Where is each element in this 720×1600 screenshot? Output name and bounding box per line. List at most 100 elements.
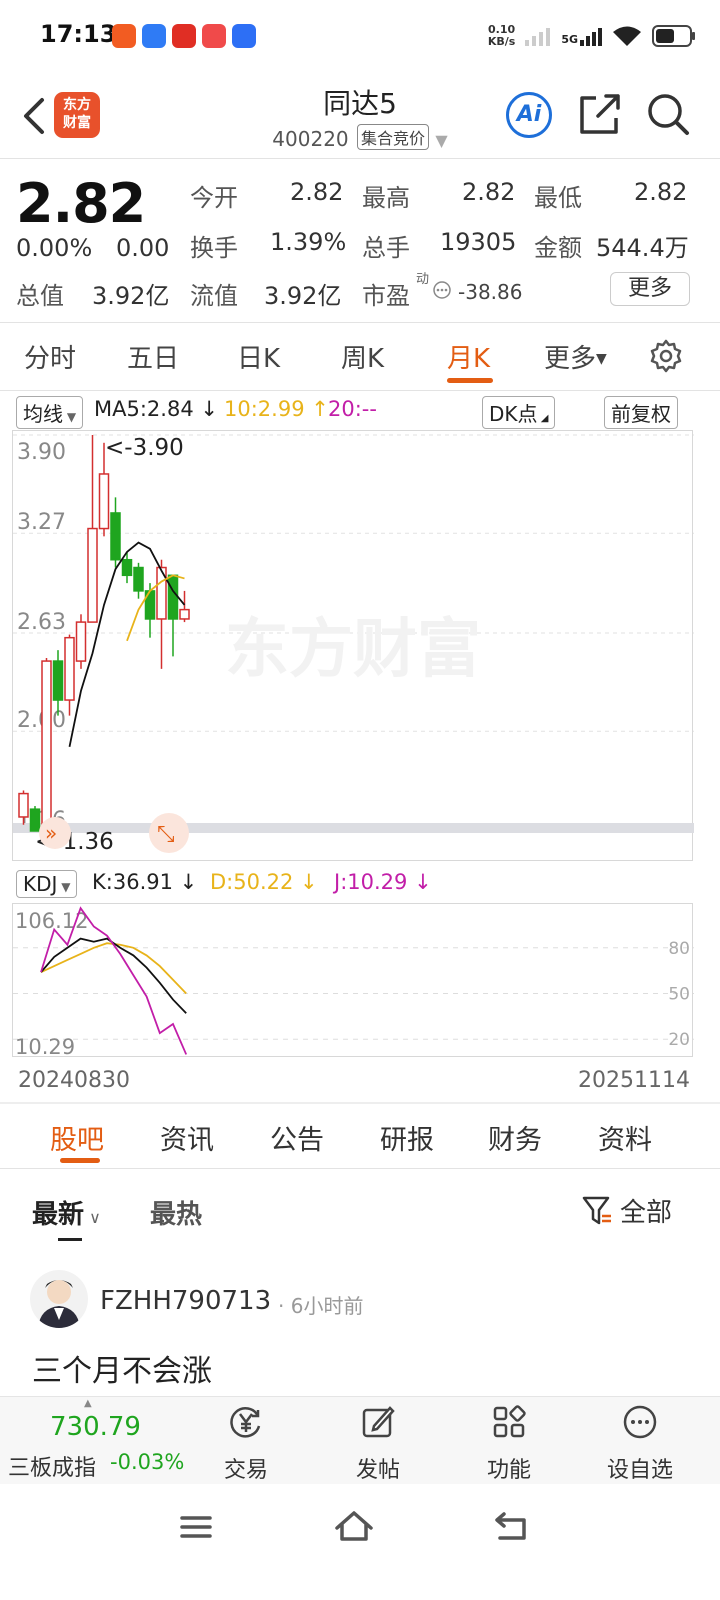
ai-button[interactable]: Ai [506,92,552,138]
back-nav-icon[interactable] [494,1510,528,1542]
trade-button[interactable]: 交易 [196,1404,296,1484]
auction-tag: 集合竞价 [357,124,430,150]
share-button[interactable] [578,92,622,136]
post-content[interactable]: 三个月不会涨 [32,1346,212,1390]
sort-indicator [58,1238,82,1241]
status-bar: 17:13 0.10 KB/s 5G [0,0,720,72]
yen-exchange-icon [230,1407,261,1438]
y-tick-label: 3.27 [17,510,66,535]
avatar[interactable] [30,1270,88,1328]
vivo-app-icon [232,24,256,48]
active-tab-indicator [60,1158,100,1163]
change-pct: 0.00% [16,234,93,262]
tab-profile[interactable]: 资料 [598,1118,652,1157]
total-value-label: 总值 [16,282,64,310]
gear-icon[interactable] [648,338,684,374]
post-time: · 6小时前 [278,1294,364,1318]
candle-down [110,512,121,561]
caret-down-icon[interactable]: ▼ [435,131,447,150]
float-value: 3.92亿 [264,282,342,310]
kdj-k-value: K:36.91 ↓ [92,870,198,894]
candle-up [179,608,190,620]
more-dots-icon[interactable] [432,280,452,300]
tab-news[interactable]: 资讯 [160,1118,214,1157]
volume-value: 19305 [440,228,517,256]
network-speed: 0.10 KB/s [487,23,516,48]
tab-more-periods[interactable]: 更多▼ [544,338,607,375]
caret-down-icon: ▼ [57,880,71,894]
dk-point-button[interactable]: DK点 ◢ [482,396,556,429]
caret-down-icon: ▼ [596,351,607,367]
kline-svg: 3.903.272.632.001.36东方财富<-3.90<-1.36»⤡ [13,434,694,855]
index-change: -0.03% [110,1450,185,1474]
candle-up [41,660,52,826]
search-button[interactable] [646,92,690,136]
amount-value: 544.4万 [596,234,689,262]
feishu-app-icon [112,24,136,48]
tab-finance[interactable]: 财务 [488,1118,542,1157]
add-watchlist-button[interactable]: 设自选 [590,1404,690,1484]
divider [0,1168,720,1169]
tab-guba[interactable]: 股吧 [50,1118,104,1157]
index-name[interactable]: 三板成指 [8,1450,96,1482]
high-label: 最高 [362,184,410,212]
divider [0,390,720,391]
home-icon[interactable] [334,1508,374,1542]
candle-up [18,792,29,818]
watermark: 东方财富 [225,613,481,687]
candle-up [98,473,110,530]
expand-icon: ⤡ [157,822,175,847]
kdj-chart[interactable]: 80 50 20 106.12 10.29 [12,903,694,1059]
sort-latest[interactable]: 最新 ∨ [32,1194,101,1231]
functions-button[interactable]: 功能 [459,1404,559,1484]
more-quote-button[interactable]: 更多 [610,272,690,306]
total-value: 3.92亿 [92,282,170,310]
tab-monthly-k[interactable]: 月K [447,338,490,375]
double-chevron-icon: » [45,821,57,845]
kdj-min-label: 10.29 [15,1035,75,1058]
tab-research[interactable]: 研报 [380,1118,434,1157]
post-username[interactable]: FZHH790713 [100,1286,271,1316]
indicator-select[interactable]: 均线 ▼ [16,396,84,429]
post-button[interactable]: 发帖 [328,1404,428,1484]
edit-icon [362,1406,395,1438]
float-value-label: 流值 [190,282,238,310]
divider [0,158,720,159]
pe-value: -38.86 [458,280,523,304]
ma5-value: MA5:2.84 ↓ [94,397,218,421]
kline-chart[interactable]: 3.903.272.632.001.36东方财富<-3.90<-1.36»⤡ [12,430,694,861]
caret-down-icon: ▼ [63,410,77,424]
tab-announcements[interactable]: 公告 [270,1118,324,1157]
volume-label: 总手 [362,234,410,262]
pe-label: 市盈 [362,282,410,310]
max-price-marker: <-3.90 [105,435,184,461]
chevron-down-icon: ∨ [84,1208,101,1227]
sort-hot[interactable]: 最热 [150,1194,202,1231]
tab-weekly-k[interactable]: 周K [341,338,384,375]
tab-five-day[interactable]: 五日 [127,338,179,375]
filter-icon [582,1196,611,1224]
kdj-j-value: J:10.29 ↓ [334,870,432,894]
kdj-level-label: 80 [668,939,690,959]
x-axis-start: 20240830 [18,1068,130,1093]
filter-button[interactable]: 全部 [582,1192,672,1229]
index-value[interactable]: 730.79 [50,1412,141,1442]
menu-icon[interactable] [180,1514,212,1540]
adjust-button[interactable]: 前复权 [604,396,678,429]
candle-up [87,527,98,623]
pinduoduo-app-icon [172,24,196,48]
search-icon [648,94,689,135]
system-nav-bar [0,1484,720,1600]
kdj-select[interactable]: KDJ ▼ [16,870,78,898]
wifi-icon [613,26,641,46]
kdj-level-label: 20 [668,1030,690,1050]
turnover-value: 1.39% [270,228,347,256]
status-icons: 0.10 KB/s 5G [488,20,696,52]
browser-app-icon [142,24,166,48]
more-circle-icon [623,1405,657,1439]
tab-intraday[interactable]: 分时 [24,338,76,375]
share-icon [580,94,620,134]
y-tick-label: 2.63 [17,610,66,635]
candle-down [29,808,41,832]
tab-daily-k[interactable]: 日K [237,338,280,375]
